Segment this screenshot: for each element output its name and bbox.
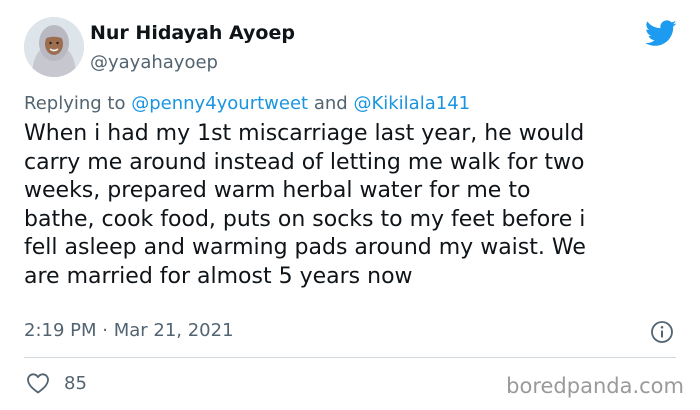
twitter-bird-icon[interactable] [645,20,677,47]
reply-prefix: Replying to [24,93,126,114]
reply-mention-kikilala[interactable]: @Kikilala141 [353,93,470,114]
author-display-name[interactable]: Nur Hidayah Ayoep [90,22,295,44]
author-handle[interactable]: @yayahayoep [90,52,218,73]
tweet-text: When i had my 1st miscarriage last year,… [24,121,586,289]
tweet-timestamp[interactable]: 2:19 PM · Mar 21, 2021 [24,320,234,341]
avatar[interactable] [24,17,84,77]
info-icon[interactable] [650,320,674,344]
reply-mention-penny[interactable]: @penny4yourtweet [131,93,308,114]
like-count: 85 [64,373,87,394]
watermark: boredpanda.com [506,374,684,398]
reply-context: Replying to @penny4yourtweet and @Kikila… [24,93,470,114]
divider [24,357,676,358]
heart-icon[interactable] [26,372,50,394]
reply-conjunction: and [313,93,348,114]
